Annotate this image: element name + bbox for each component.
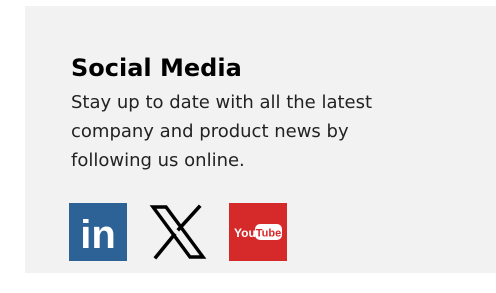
x-icon	[149, 204, 207, 260]
linkedin-icon-text: in	[80, 213, 116, 257]
social-media-panel: Social Media Stay up to date with all th…	[25, 6, 496, 273]
youtube-icon-you: You	[234, 226, 256, 240]
linkedin-icon: in	[69, 203, 127, 261]
social-media-title: Social Media	[71, 54, 242, 82]
linkedin-link[interactable]: in	[69, 203, 127, 261]
social-media-description: Stay up to date with all the latest comp…	[71, 92, 373, 171]
youtube-icon: You Tube	[229, 203, 287, 261]
youtube-icon-tube: Tube	[256, 228, 281, 240]
youtube-link[interactable]: You Tube	[229, 203, 287, 261]
x-link[interactable]	[149, 203, 207, 261]
